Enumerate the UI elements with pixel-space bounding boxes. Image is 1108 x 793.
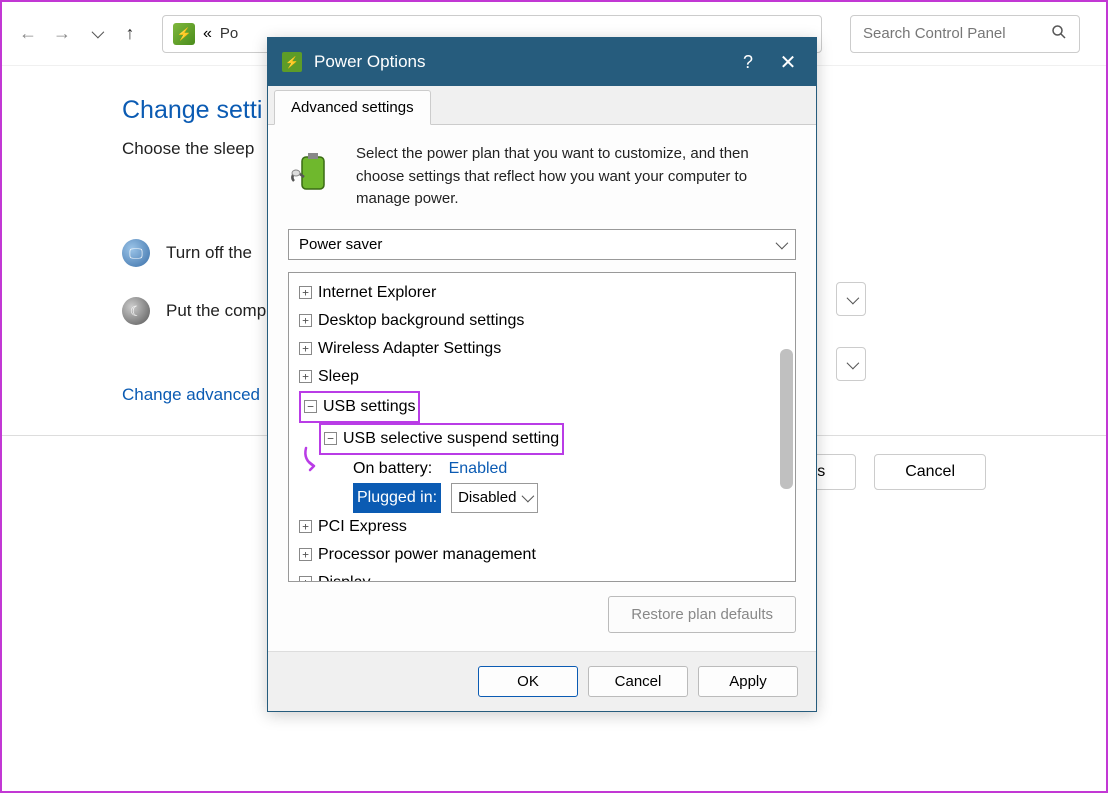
plan-value: Power saver <box>299 236 382 253</box>
on-battery-row[interactable]: On battery: Enabled <box>299 455 785 483</box>
power-icon: ⚡ <box>173 23 195 45</box>
plugged-in-select[interactable]: Disabled <box>451 483 538 513</box>
tree-item-usb[interactable]: −USB settings <box>299 391 785 423</box>
tree-item-desktop-bg[interactable]: +Desktop background settings <box>299 307 785 335</box>
dialog-title: Power Options <box>314 52 722 72</box>
collapse-icon[interactable]: − <box>324 432 337 445</box>
tree-item-sleep[interactable]: +Sleep <box>299 363 785 391</box>
expand-icon[interactable]: + <box>299 548 312 561</box>
back-button[interactable]: ← <box>18 24 38 44</box>
expand-icon[interactable]: + <box>299 314 312 327</box>
search-icon <box>1051 24 1067 44</box>
battery-plug-icon <box>288 143 340 195</box>
intro-text: Select the power plan that you want to c… <box>356 143 796 211</box>
search-input[interactable]: Search Control Panel <box>850 15 1080 53</box>
apply-button[interactable]: Apply <box>698 666 798 697</box>
monitor-icon: 🖵 <box>122 239 150 267</box>
expand-icon[interactable]: + <box>299 286 312 299</box>
sleep-label: Put the comp <box>166 301 266 321</box>
on-battery-value[interactable]: Enabled <box>449 455 508 483</box>
tree-item-processor[interactable]: +Processor power management <box>299 541 785 569</box>
sleep-dropdown[interactable] <box>836 347 866 381</box>
plugged-in-label: Plugged in: <box>353 483 441 513</box>
chevron-down-icon <box>522 485 531 511</box>
breadcrumb-prefix: « <box>203 25 212 43</box>
forward-button[interactable]: → <box>52 24 72 44</box>
search-placeholder: Search Control Panel <box>863 25 1006 42</box>
tree-item-display[interactable]: +Display <box>299 569 785 582</box>
chevron-down-icon <box>776 236 785 253</box>
restore-defaults-button[interactable]: Restore plan defaults <box>608 596 796 633</box>
dialog-footer: OK Cancel Apply <box>268 651 816 711</box>
display-off-dropdown[interactable] <box>836 282 866 316</box>
intro-section: Select the power plan that you want to c… <box>288 143 796 211</box>
tree-item-ie[interactable]: +Internet Explorer <box>299 279 785 307</box>
cancel-button[interactable]: Cancel <box>588 666 688 697</box>
ok-button[interactable]: OK <box>478 666 578 697</box>
expand-icon[interactable]: + <box>299 370 312 383</box>
plugged-in-row[interactable]: Plugged in: Disabled <box>299 483 785 513</box>
tree-item-pci[interactable]: +PCI Express <box>299 513 785 541</box>
tab-strip: Advanced settings <box>268 86 816 125</box>
power-options-dialog: ⚡ Power Options ? ✕ Advanced settings Se… <box>267 37 817 712</box>
expand-icon[interactable]: + <box>299 520 312 533</box>
dialog-titlebar[interactable]: ⚡ Power Options ? ✕ <box>268 38 816 86</box>
scrollbar-thumb[interactable] <box>780 349 793 489</box>
display-off-label: Turn off the <box>166 243 252 263</box>
expand-icon[interactable]: + <box>299 576 312 581</box>
plan-select[interactable]: Power saver <box>288 229 796 260</box>
bg-cancel-button[interactable]: Cancel <box>874 454 986 490</box>
help-button[interactable]: ? <box>734 52 762 73</box>
dialog-icon: ⚡ <box>282 52 302 72</box>
on-battery-label: On battery: <box>353 455 432 483</box>
advanced-link[interactable]: Change advanced <box>122 385 260 405</box>
breadcrumb-text: Po <box>220 25 238 42</box>
tree-item-wireless[interactable]: +Wireless Adapter Settings <box>299 335 785 363</box>
tab-body: Select the power plan that you want to c… <box>268 125 816 651</box>
history-dropdown[interactable] <box>86 24 106 44</box>
collapse-icon[interactable]: − <box>304 400 317 413</box>
settings-tree: +Internet Explorer +Desktop background s… <box>288 272 796 582</box>
expand-icon[interactable]: + <box>299 342 312 355</box>
moon-icon: ☾ <box>122 297 150 325</box>
tree-item-usb-suspend[interactable]: −USB selective suspend setting <box>299 423 785 455</box>
close-button[interactable]: ✕ <box>774 50 802 75</box>
up-button[interactable]: ↑ <box>120 24 140 44</box>
tab-advanced[interactable]: Advanced settings <box>274 90 431 125</box>
